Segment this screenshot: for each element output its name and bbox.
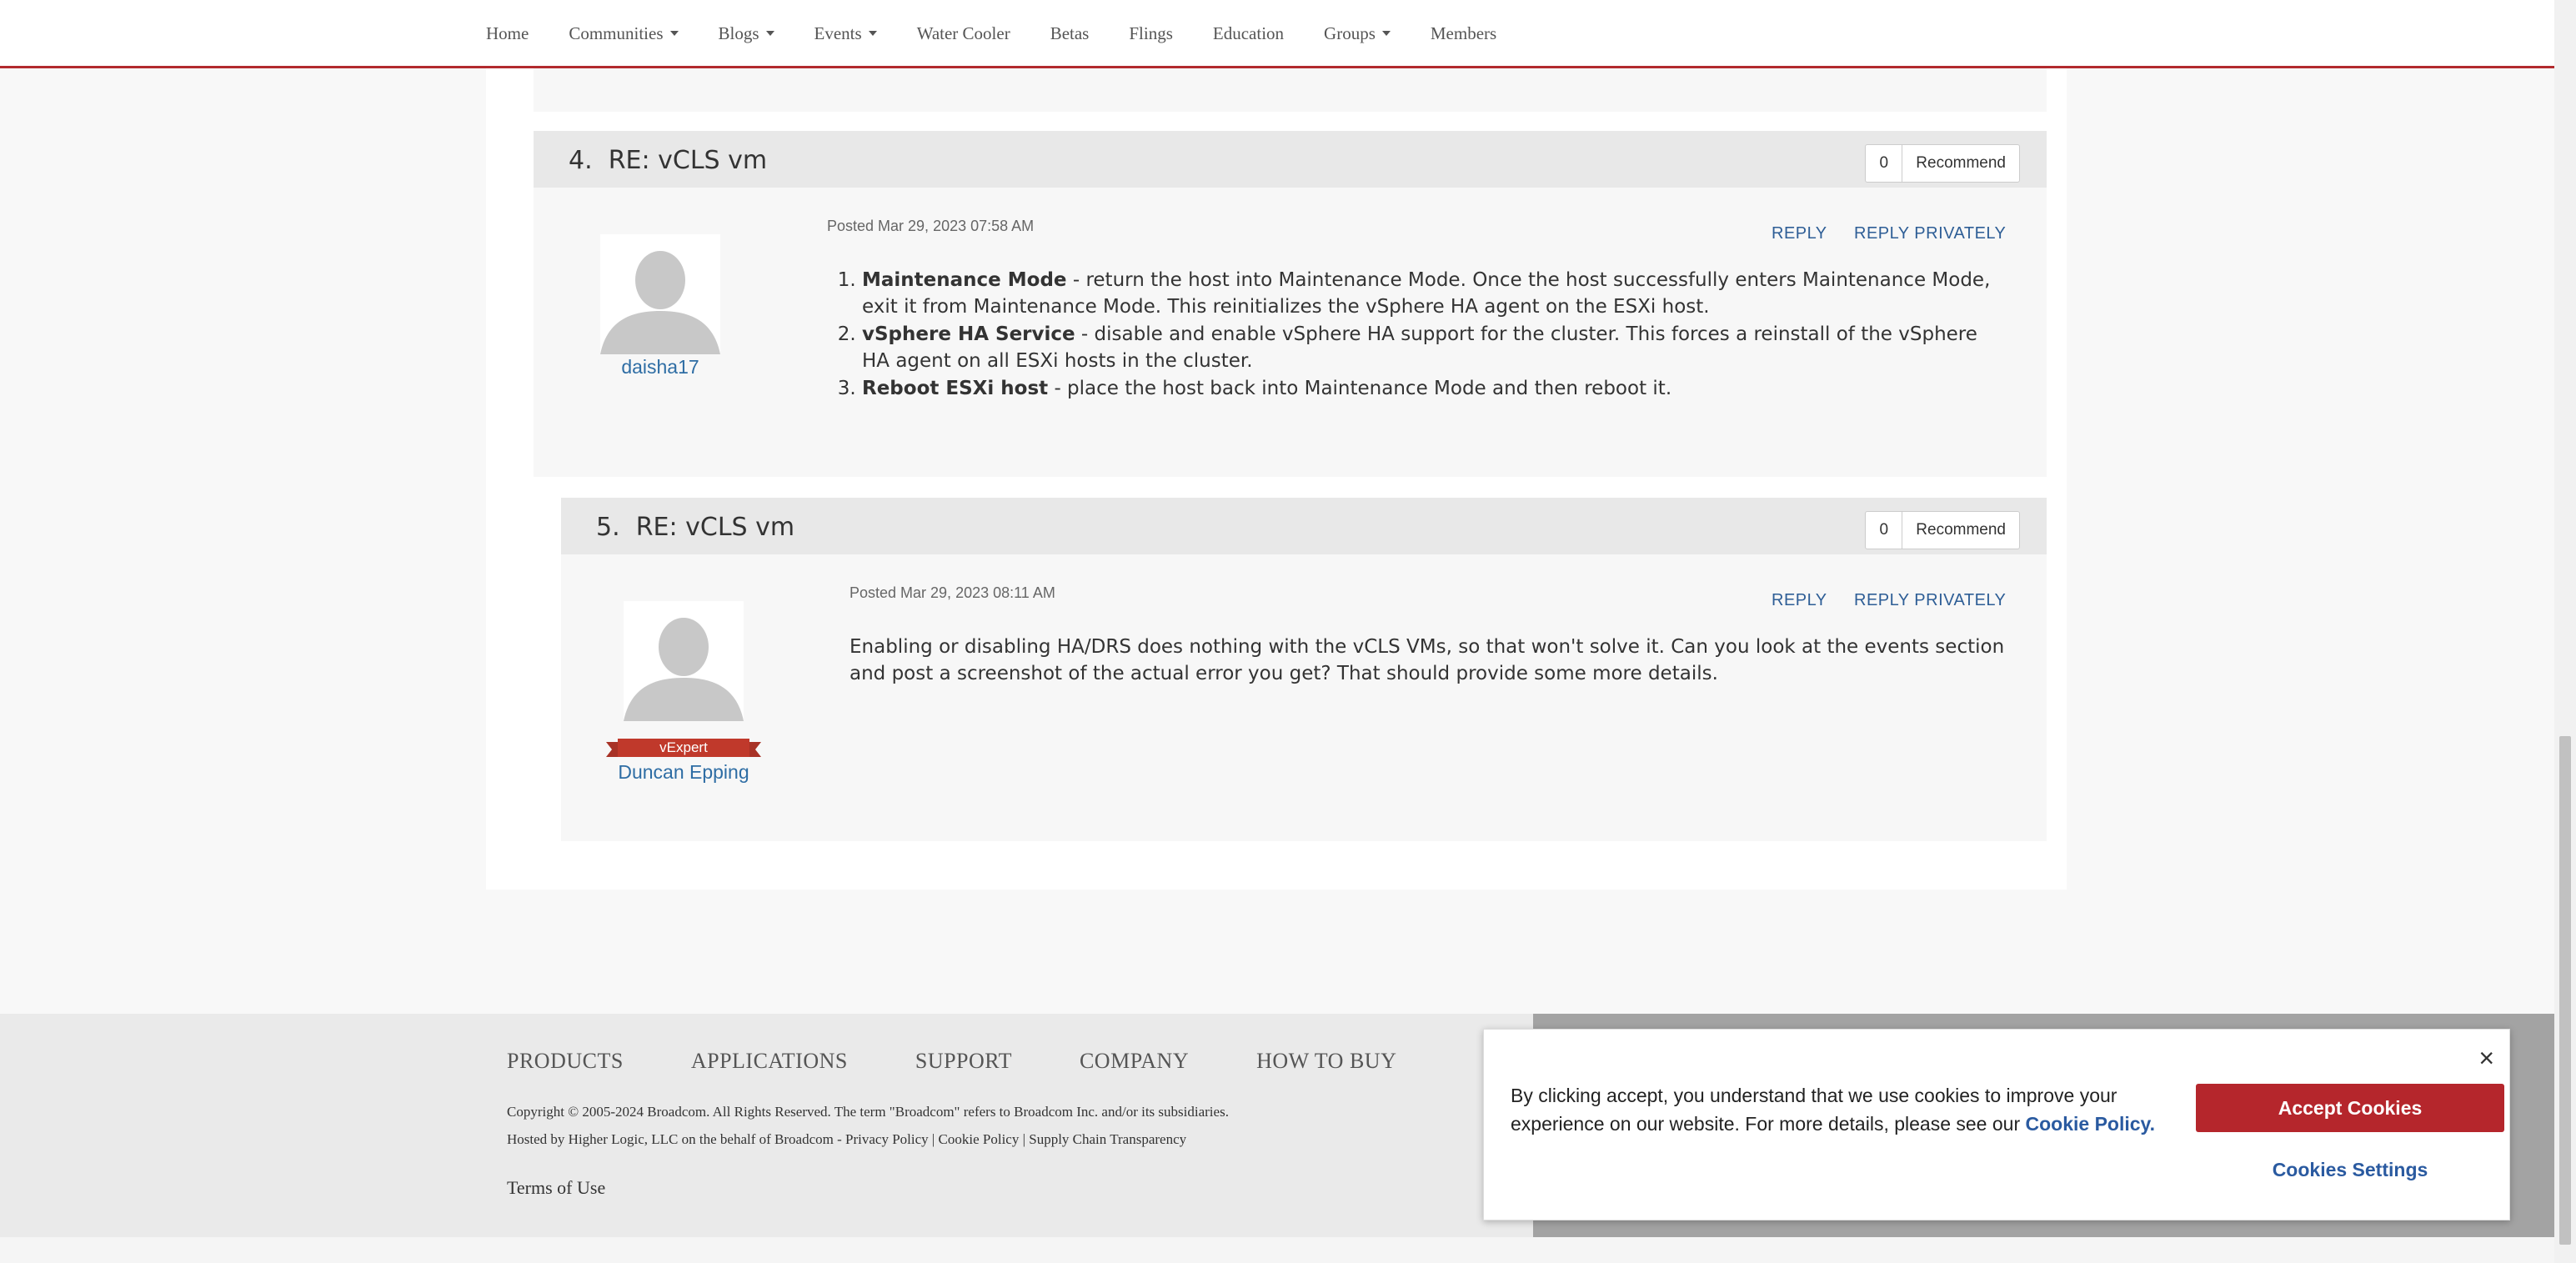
nav-communities[interactable]: Communities (569, 23, 679, 44)
list-item-heading: Maintenance Mode (862, 269, 1067, 291)
page-scrollbar[interactable] (2554, 0, 2576, 1263)
copyright-text: Copyright © 2005-2024 Broadcom. All Righ… (507, 1104, 1229, 1120)
recommend-button[interactable]: Recommend (1902, 145, 2019, 182)
close-icon[interactable]: × (2478, 1045, 2494, 1071)
footer-link-applications[interactable]: APPLICATIONS (691, 1049, 848, 1074)
post-4: 4. RE: vCLS vm 0 Recommend daisha17 Post… (534, 131, 2047, 477)
post-header: 4. RE: vCLS vm 0 Recommend (534, 131, 2047, 188)
post-title-text: RE: vCLS vm (608, 146, 768, 175)
nav-betas[interactable]: Betas (1050, 23, 1090, 44)
user-silhouette-icon (600, 234, 720, 354)
author-link[interactable]: Duncan Epping (600, 761, 767, 784)
post-title[interactable]: 5. RE: vCLS vm (596, 513, 794, 542)
nav-events[interactable]: Events (814, 23, 877, 44)
nav-flings-label: Flings (1129, 23, 1173, 43)
nav-flings[interactable]: Flings (1129, 23, 1173, 44)
recommend-count: 0 (1866, 145, 1903, 182)
nav-home-label: Home (486, 23, 529, 43)
post-title[interactable]: 4. RE: vCLS vm (569, 146, 767, 175)
cookie-policy-link[interactable]: Cookie Policy. (2026, 1113, 2156, 1135)
post-body: Maintenance Mode - return the host into … (837, 267, 1996, 403)
nav-blogs-label: Blogs (718, 23, 759, 43)
nav-members[interactable]: Members (1431, 23, 1496, 44)
nav-water-cooler[interactable]: Water Cooler (917, 23, 1010, 44)
nav-groups[interactable]: Groups (1324, 23, 1391, 44)
nav-betas-label: Betas (1050, 23, 1090, 43)
terms-of-use-link[interactable]: Terms of Use (507, 1177, 605, 1199)
recommend-widget: 0 Recommend (1865, 511, 2020, 549)
post-title-text: RE: vCLS vm (635, 513, 795, 542)
cookie-message: By clicking accept, you understand that … (1511, 1081, 2161, 1138)
reply-button[interactable]: REPLY (1772, 591, 1827, 610)
reply-privately-button[interactable]: REPLY PRIVATELY (1854, 224, 2006, 243)
scrollbar-thumb[interactable] (2559, 736, 2571, 1245)
cookie-banner: × By clicking accept, you understand tha… (1483, 1029, 2510, 1220)
reply-privately-button[interactable]: REPLY PRIVATELY (1854, 591, 2006, 610)
nav-education-label: Education (1212, 23, 1285, 43)
footer-link-support[interactable]: SUPPORT (915, 1049, 1012, 1074)
post-header: 5. RE: vCLS vm 0 Recommend (561, 498, 2047, 554)
avatar[interactable] (600, 234, 720, 354)
footer-nav: PRODUCTS APPLICATIONS SUPPORT COMPANY HO… (507, 1049, 1464, 1074)
user-silhouette-icon (624, 601, 744, 721)
nav-blogs[interactable]: Blogs (719, 23, 774, 44)
nav-members-label: Members (1430, 23, 1497, 43)
author-link[interactable]: daisha17 (584, 356, 737, 378)
hosted-by-text: Hosted by Higher Logic, LLC on the behal… (507, 1131, 1187, 1147)
avatar[interactable] (624, 601, 744, 721)
post-number: 4. (569, 146, 593, 175)
list-item: Maintenance Mode - return the host into … (862, 267, 1996, 320)
posted-date: Posted Mar 29, 2023 07:58 AM (827, 218, 1035, 234)
caret-down-icon (765, 31, 774, 36)
list-item-text: - place the host back into Maintenance M… (1048, 378, 1672, 399)
nav-home[interactable]: Home (486, 23, 529, 44)
list-item-heading: vSphere HA Service (862, 323, 1075, 345)
footer-bottom-strip (0, 1237, 2554, 1263)
caret-down-icon (1381, 31, 1391, 36)
nav-events-label: Events (814, 23, 862, 43)
recommend-button[interactable]: Recommend (1902, 512, 2019, 549)
post-body: Enabling or disabling HA/DRS does nothin… (849, 636, 2005, 684)
nav-groups-label: Groups (1324, 23, 1376, 43)
posted-date: Posted Mar 29, 2023 08:11 AM (849, 584, 1055, 601)
post-5: 5. RE: vCLS vm 0 Recommend vExpert Dunca… (561, 498, 2047, 841)
footer-link-how-to-buy[interactable]: HOW TO BUY (1256, 1049, 1396, 1074)
accept-cookies-button[interactable]: Accept Cookies (2196, 1084, 2504, 1132)
previous-post-bottom (534, 68, 2047, 112)
post-number: 5. (596, 513, 620, 542)
top-navigation: Home Communities Blogs Events Water Cool… (0, 0, 2554, 68)
cookies-settings-button[interactable]: Cookies Settings (2196, 1150, 2504, 1189)
caret-down-icon (868, 31, 877, 36)
nav-communities-label: Communities (569, 23, 664, 43)
footer-link-company[interactable]: COMPANY (1080, 1049, 1189, 1074)
recommend-count: 0 (1866, 512, 1903, 549)
nav-education[interactable]: Education (1213, 23, 1284, 44)
reply-button[interactable]: REPLY (1772, 224, 1827, 243)
list-item-heading: Reboot ESXi host (862, 378, 1049, 399)
vexpert-badge: vExpert (606, 739, 761, 757)
recommend-widget: 0 Recommend (1865, 144, 2020, 183)
footer-link-products[interactable]: PRODUCTS (507, 1049, 624, 1074)
list-item: vSphere HA Service - disable and enable … (862, 321, 1996, 374)
list-item: Reboot ESXi host - place the host back i… (862, 375, 1996, 402)
caret-down-icon (669, 31, 679, 36)
nav-water-cooler-label: Water Cooler (916, 23, 1010, 43)
